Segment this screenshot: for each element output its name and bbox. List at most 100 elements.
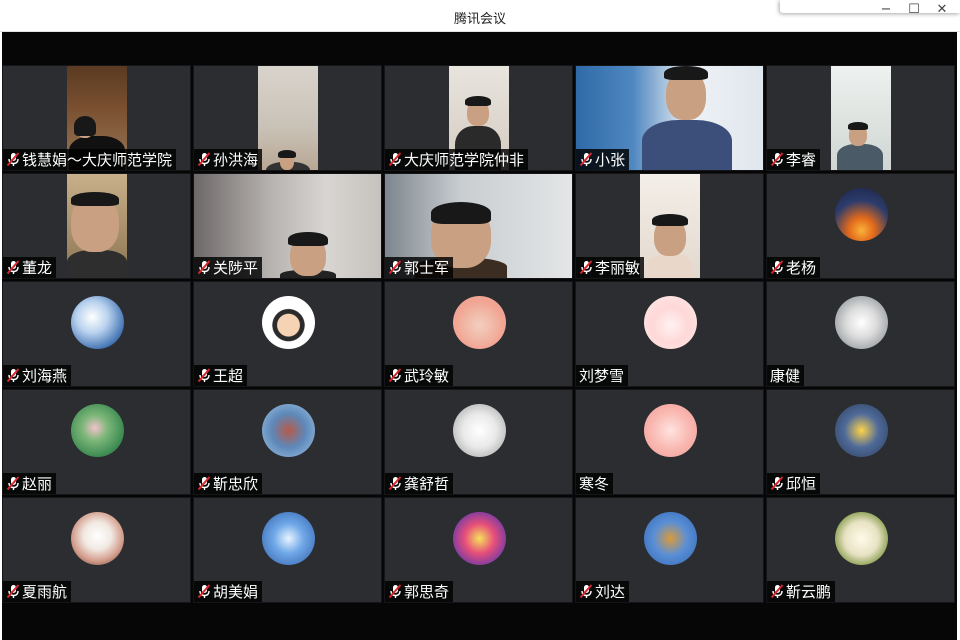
minimize-button[interactable]: − [872,0,900,20]
muted-mic-icon [6,152,20,167]
participant-name: 靳忠欣 [213,475,259,493]
maximize-button[interactable]: ☐ [900,0,928,20]
muted-mic-icon [6,260,20,275]
participant-name: 董龙 [22,259,53,277]
participant-tile[interactable]: 刘海燕 [2,281,191,387]
participant-tile[interactable]: 刘达 [575,497,764,603]
participant-name: 龚舒哲 [404,475,450,493]
participant-name: 赵丽 [22,475,53,493]
participant-tile[interactable]: 小张 [575,65,764,171]
muted-mic-icon [388,368,402,383]
participant-name: 靳云鹏 [786,583,832,601]
cartoon-girl-avatar [453,296,506,349]
muted-mic-icon [197,152,211,167]
participant-name-tag: 邱恒 [767,473,821,494]
girl-pink-avatar [644,404,697,457]
participant-tile[interactable]: 邱恒 [766,389,955,495]
participant-name: 武玲敏 [404,367,450,385]
person-hair [74,116,96,136]
tree-avatar [644,512,697,565]
participant-tile[interactable]: 刘梦雪 [575,281,764,387]
participant-name-tag: 郭士军 [385,257,454,278]
muted-mic-icon [770,260,784,275]
cartoon-boy-avatar [262,296,315,349]
participant-name-tag: 靳云鹏 [767,581,836,602]
participant-name-tag: 关陟平 [194,257,263,278]
participant-name: 胡美娟 [213,583,259,601]
participant-tile[interactable]: 武玲敏 [384,281,573,387]
participant-tile[interactable]: 大庆师范学院仲非 [384,65,573,171]
participant-tile[interactable]: 老杨 [766,173,955,279]
muted-mic-icon [388,260,402,275]
participant-name: 大庆师范学院仲非 [404,151,525,169]
muted-mic-icon [388,152,402,167]
participant-tile[interactable]: 靳云鹏 [766,497,955,603]
participant-name-tag: 武玲敏 [385,365,454,386]
person-hair [278,150,296,158]
participant-name-tag: 刘海燕 [3,365,72,386]
participant-tile[interactable]: 李睿 [766,65,955,171]
participant-tile[interactable]: 关陟平 [193,173,382,279]
muted-mic-icon [197,476,211,491]
person-body [648,254,692,278]
couple-avatar [71,512,124,565]
sunglasses-avatar [835,512,888,565]
participant-tile[interactable]: 李丽敏 [575,173,764,279]
participant-name: 刘梦雪 [579,367,625,385]
participant-tile[interactable]: 孙洪海 [193,65,382,171]
tower-avatar [262,404,315,457]
muted-mic-icon [6,368,20,383]
participant-tile[interactable]: 靳忠欣 [193,389,382,495]
participant-tile[interactable]: 王超 [193,281,382,387]
person-hair [71,192,119,206]
participant-name-tag: 老杨 [767,257,821,278]
participant-tile[interactable]: 钱慧娟～大庆师范学院 [2,65,191,171]
participant-name: 夏雨航 [22,583,68,601]
muted-mic-icon [770,476,784,491]
participant-tile[interactable]: 董龙 [2,173,191,279]
participant-name-tag: 寒冬 [576,473,614,494]
participant-tile[interactable]: 赵丽 [2,389,191,495]
person-hair [652,214,688,226]
person-body [642,120,732,170]
muted-mic-icon [579,260,593,275]
participant-name-tag: 夏雨航 [3,581,72,602]
participant-name-tag: 刘达 [576,581,630,602]
participant-name-tag: 郭思奇 [385,581,454,602]
participant-tile[interactable]: 康健 [766,281,955,387]
person-body [67,250,127,278]
participant-tile[interactable]: 胡美娟 [193,497,382,603]
participant-name-tag: 钱慧娟～大庆师范学院 [3,149,177,170]
participant-tile[interactable]: 寒冬 [575,389,764,495]
muted-mic-icon [197,260,211,275]
muted-mic-icon [197,584,211,599]
muted-mic-icon [770,152,784,167]
person-hair [848,122,868,130]
participant-name-tag: 大庆师范学院仲非 [385,149,529,170]
colorful-avatar [453,512,506,565]
window-controls: − ☐ ✕ [780,0,960,17]
participant-tile[interactable]: 郭士军 [384,173,573,279]
participant-name: 郭士军 [404,259,450,277]
person-hair [465,96,491,106]
participant-name-tag: 李睿 [767,149,821,170]
participant-tile[interactable]: 龚舒哲 [384,389,573,495]
participant-tile[interactable]: 夏雨航 [2,497,191,603]
participant-video [831,66,891,170]
participant-video [258,66,318,170]
participant-name: 李睿 [786,151,817,169]
participant-name-tag: 王超 [194,365,248,386]
participant-grid: 钱慧娟～大庆师范学院 孙洪海 大庆师范学院仲非 小张 李睿董龙 关陟平 郭士军 李丽敏 老杨刘海… [2,65,957,604]
pig-avatar [644,296,697,349]
participant-name-tag: 靳忠欣 [194,473,263,494]
participant-name-tag: 董龙 [3,257,57,278]
participant-name-tag: 龚舒哲 [385,473,454,494]
participant-name-tag: 胡美娟 [194,581,263,602]
sketch-avatar [453,404,506,457]
title-bar: 腾讯会议 − ☐ ✕ [0,0,960,32]
participant-name: 关陟平 [213,259,259,277]
person-hair [664,66,708,80]
participant-tile[interactable]: 郭思奇 [384,497,573,603]
participant-name: 刘达 [595,583,626,601]
close-button[interactable]: ✕ [928,0,956,20]
